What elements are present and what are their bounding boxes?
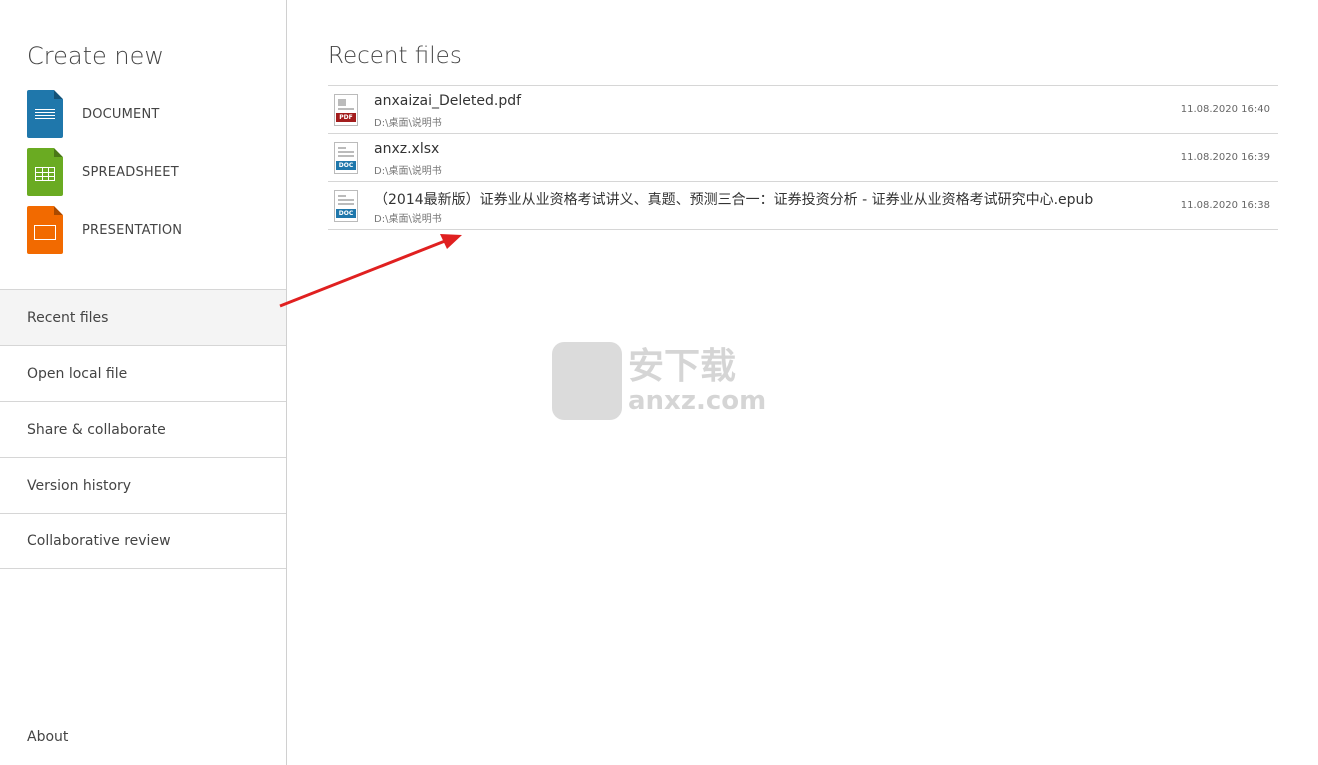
- annotation-arrow: [279, 234, 462, 308]
